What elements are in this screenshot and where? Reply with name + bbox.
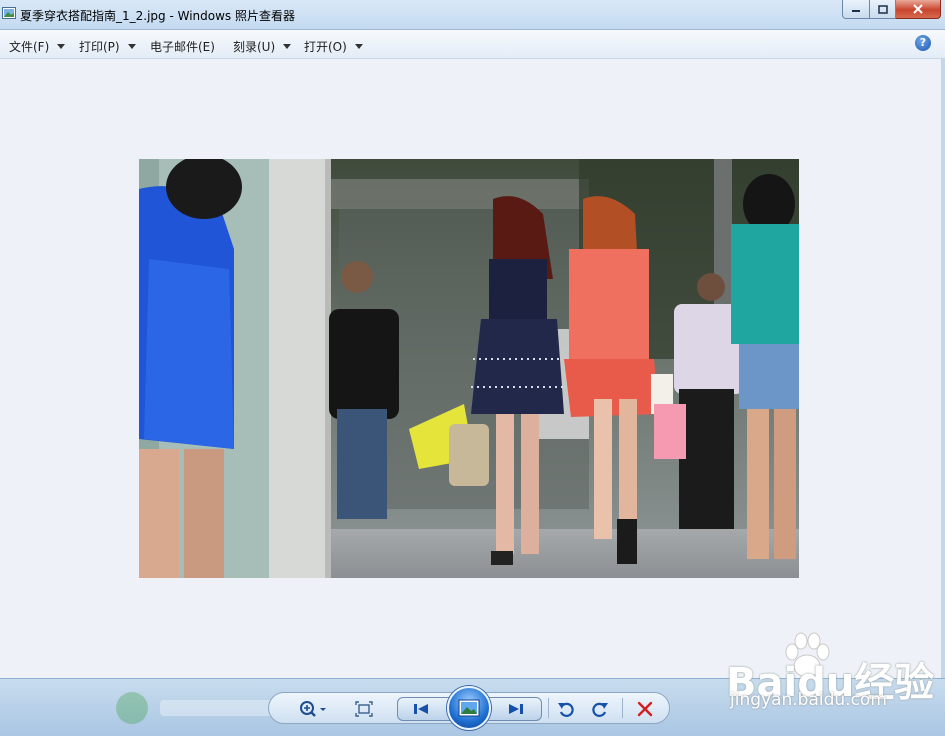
help-icon[interactable]: ?	[915, 35, 931, 51]
title-bar: 夏季穿衣搭配指南_1_2.jpg - Windows 照片查看器	[0, 0, 945, 30]
rotate-cw-icon	[592, 702, 608, 717]
slideshow-icon	[458, 699, 480, 717]
next-icon	[509, 704, 523, 714]
window-title: 夏季穿衣搭配指南_1_2.jpg - Windows 照片查看器	[20, 9, 295, 23]
menu-bar: 文件(F) 打印(P) 电子邮件(E) 刻录(U) 打开(O)	[0, 30, 945, 59]
zoom-icon	[300, 701, 326, 717]
menu-print[interactable]: 打印(P)	[79, 38, 136, 55]
menu-open-label: 打开(O)	[304, 40, 347, 54]
menu-open[interactable]: 打开(O)	[304, 38, 363, 55]
menu-burn-label: 刻录(U)	[233, 40, 276, 54]
watermark-url: jingyan.baidu.com	[730, 690, 887, 710]
chevron-down-icon	[57, 44, 66, 49]
photo-viewer-app-icon	[2, 7, 16, 19]
menu-burn[interactable]: 刻录(U)	[233, 38, 292, 55]
rotate-ccw-icon	[558, 702, 574, 717]
rotate-counterclockwise-button[interactable]	[554, 697, 578, 721]
next-button[interactable]	[500, 699, 532, 719]
menu-print-label: 打印(P)	[79, 40, 120, 54]
toolbar-separator	[622, 698, 623, 718]
close-icon	[913, 4, 923, 14]
previous-icon	[414, 704, 428, 714]
maximize-icon	[877, 4, 888, 14]
toolbar-separator	[548, 698, 549, 718]
maximize-button[interactable]	[870, 0, 896, 19]
displayed-photo	[139, 159, 799, 578]
menu-email-label: 电子邮件(E)	[150, 40, 215, 54]
delete-button[interactable]	[633, 697, 657, 721]
fit-to-window-button[interactable]	[352, 697, 376, 721]
baidu-jingyan-watermark: Baidu经验 jingyan.baidu.com	[726, 630, 934, 720]
previous-button[interactable]	[405, 699, 437, 719]
fit-window-icon	[355, 701, 373, 717]
menu-email[interactable]: 电子邮件(E)	[150, 38, 215, 55]
menu-file-label: 文件(F)	[9, 40, 50, 54]
minimize-button[interactable]	[842, 0, 870, 19]
image-viewer-area	[0, 59, 941, 678]
zoom-button[interactable]	[294, 697, 330, 721]
slideshow-button[interactable]	[447, 686, 491, 730]
window-right-border	[941, 59, 945, 678]
delete-icon	[637, 701, 653, 717]
close-button[interactable]	[896, 0, 941, 19]
street-photo-illustration	[139, 159, 799, 578]
menu-file[interactable]: 文件(F)	[9, 38, 66, 55]
minimize-icon	[852, 10, 860, 12]
rotate-clockwise-button[interactable]	[588, 697, 612, 721]
window-controls	[842, 0, 941, 20]
chevron-down-icon	[283, 44, 292, 49]
chevron-down-icon	[354, 44, 363, 49]
chevron-down-icon	[127, 44, 136, 49]
